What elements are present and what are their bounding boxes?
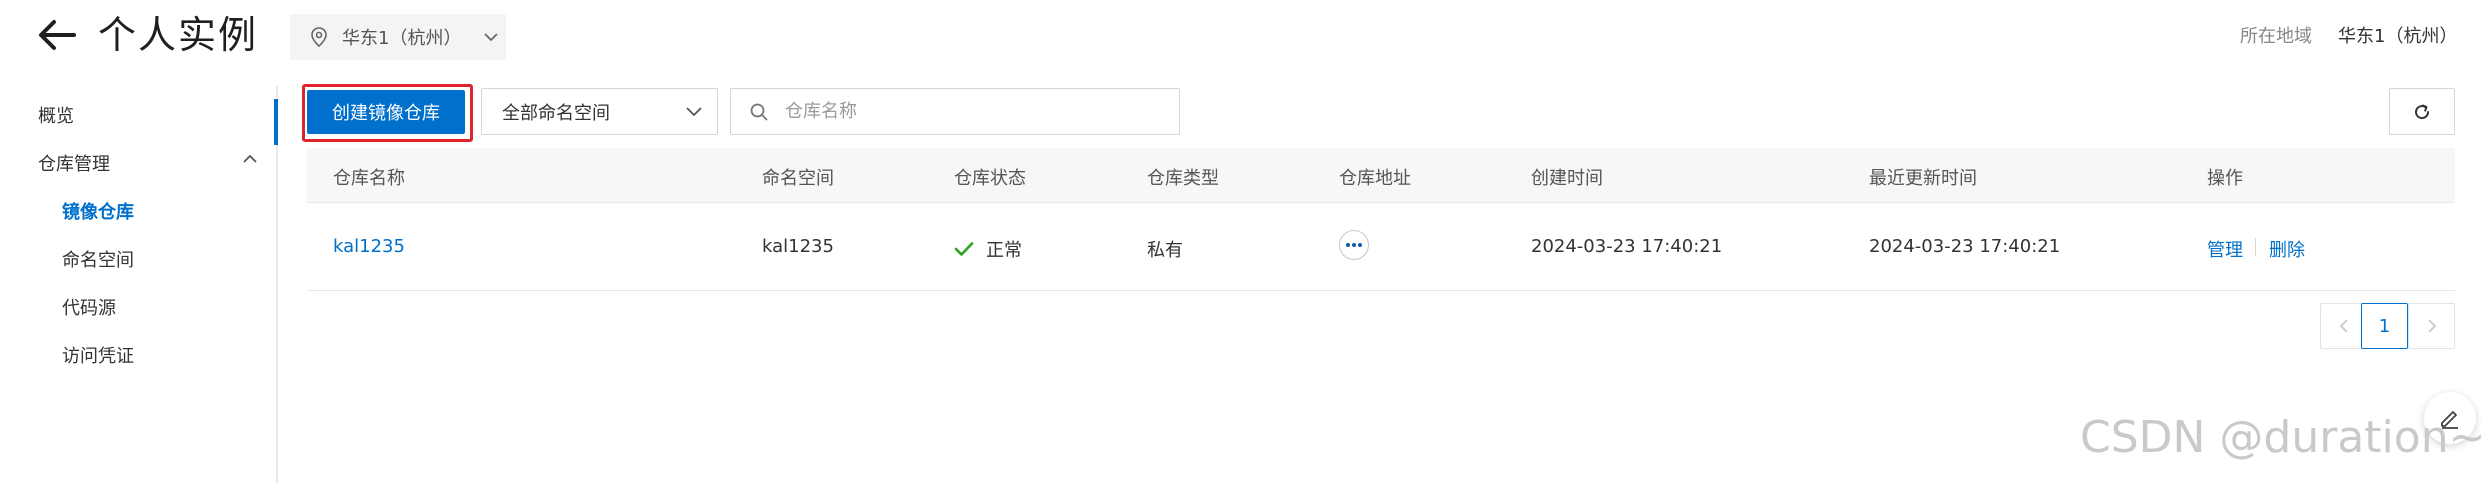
namespace-select-value: 全部命名空间 xyxy=(502,102,610,124)
page-number-current[interactable]: 1 xyxy=(2361,303,2408,349)
column-header: 仓库名称 xyxy=(333,168,405,189)
page-title: 个人实例 xyxy=(98,13,259,57)
column-header: 最近更新时间 xyxy=(1869,168,1977,189)
refresh-button[interactable] xyxy=(2389,88,2455,135)
column-header: 创建时间 xyxy=(1531,168,1603,189)
sidebar-item-overview[interactable]: 概览 xyxy=(38,102,74,128)
repo-namespace: kal1235 xyxy=(762,236,834,257)
sidebar-item-repo-management[interactable]: 仓库管理 xyxy=(38,150,110,176)
chevron-left-icon xyxy=(2339,319,2348,333)
region-selector-label: 华东1（杭州） xyxy=(342,28,462,49)
chevron-up-icon[interactable] xyxy=(242,154,258,164)
repo-status: 正常 xyxy=(954,236,1022,262)
column-header: 仓库状态 xyxy=(954,168,1026,189)
location-pin-icon xyxy=(311,27,327,47)
column-header: 仓库地址 xyxy=(1339,168,1411,189)
region-label: 所在地域 xyxy=(2240,26,2312,47)
column-header: 仓库类型 xyxy=(1147,168,1219,189)
column-header: 操作 xyxy=(2207,168,2243,189)
chevron-down-icon xyxy=(484,33,499,42)
next-page-button[interactable] xyxy=(2408,303,2455,349)
sidebar-item-access-credentials[interactable]: 访问凭证 xyxy=(62,342,134,368)
repo-created-time: 2024-03-23 17:40:21 xyxy=(1531,236,1723,257)
repo-type: 私有 xyxy=(1147,240,1183,261)
search-input[interactable] xyxy=(785,101,1165,122)
column-header: 命名空间 xyxy=(762,168,834,189)
back-arrow-icon[interactable] xyxy=(34,12,80,58)
table-row: kal1235 kal1235 正常 私有 2024-03-23 17:40:2… xyxy=(307,203,2455,291)
repo-address-more-button[interactable] xyxy=(1339,230,1369,260)
region-value: 华东1（杭州） xyxy=(2338,26,2458,47)
repo-status-label: 正常 xyxy=(986,240,1022,261)
delete-link[interactable]: 删除 xyxy=(2269,236,2305,262)
sidebar-active-indicator xyxy=(274,99,278,145)
sidebar-item-image-repos[interactable]: 镜像仓库 xyxy=(62,198,134,224)
check-icon xyxy=(954,242,974,256)
refresh-icon xyxy=(2415,104,2430,119)
chevron-right-icon xyxy=(2427,319,2436,333)
watermark: CSDN @duration~ xyxy=(2080,412,2483,463)
region-selector[interactable]: 华东1（杭州） xyxy=(290,14,506,60)
repo-name-link[interactable]: kal1235 xyxy=(333,236,405,257)
action-divider xyxy=(2255,238,2256,256)
sidebar-item-namespaces[interactable]: 命名空间 xyxy=(62,246,134,272)
repo-updated-time: 2024-03-23 17:40:21 xyxy=(1869,236,2061,257)
search-icon xyxy=(750,103,768,121)
search-box[interactable] xyxy=(730,88,1180,135)
namespace-select[interactable]: 全部命名空间 xyxy=(481,88,718,135)
chevron-down-icon xyxy=(686,107,702,117)
sidebar: 概览 仓库管理 镜像仓库 命名空间 代码源 访问凭证 xyxy=(0,86,278,483)
more-icon xyxy=(1346,243,1362,247)
table-header: 仓库名称 命名空间 仓库状态 仓库类型 仓库地址 创建时间 最近更新时间 操作 xyxy=(307,148,2455,203)
manage-link[interactable]: 管理 xyxy=(2207,236,2243,262)
sidebar-item-code-source[interactable]: 代码源 xyxy=(62,294,116,320)
create-repo-button[interactable]: 创建镜像仓库 xyxy=(307,90,465,134)
prev-page-button[interactable] xyxy=(2320,303,2367,349)
